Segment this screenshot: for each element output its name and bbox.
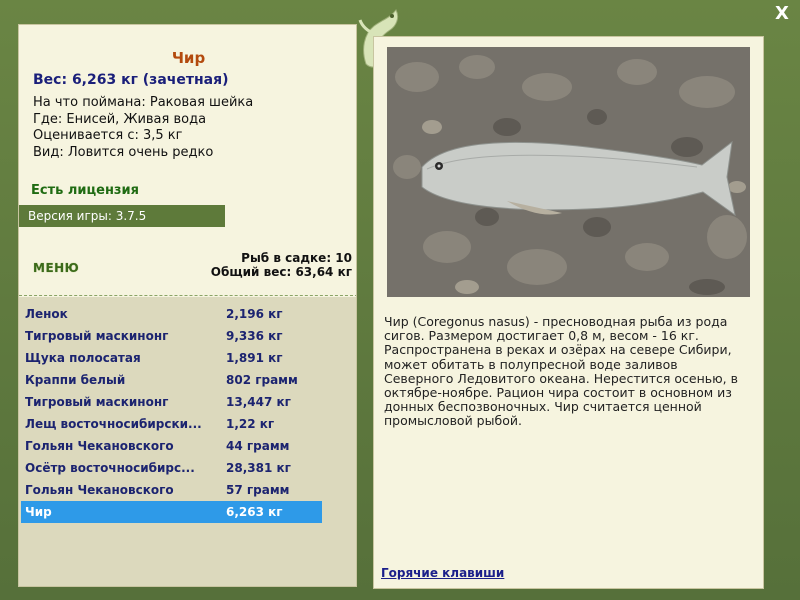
catch-fish-weight: 57 грамм: [226, 483, 290, 497]
version-bar: Версия игры: 3.7.5: [19, 205, 225, 227]
catch-list-item[interactable]: Лещ восточносибирски... 1,22 кг: [21, 413, 322, 435]
catch-fish-name: Лещ восточносибирски...: [25, 417, 202, 431]
catch-fish-weight: 1,891 кг: [226, 351, 283, 365]
catch-fish-weight: 28,381 кг: [226, 461, 291, 475]
kind-line: Вид: Ловится очень редко: [33, 144, 214, 160]
catch-fish-weight: 802 грамм: [226, 373, 298, 387]
catch-fish-name: Гольян Чекановского: [25, 439, 174, 453]
catch-fish-name: Чир: [25, 505, 52, 519]
fish-description: Чир (Coregonus nasus) - пресноводная рыб…: [384, 314, 738, 429]
cage-total-weight: Общий вес: 63,64 кг: [210, 265, 352, 279]
hotkeys-link[interactable]: Горячие клавиши: [381, 566, 504, 580]
fish-title: Чир: [171, 49, 206, 67]
catch-fish-weight: 6,263 кг: [226, 505, 283, 519]
catch-fish-weight: 9,336 кг: [226, 329, 283, 343]
catch-fish-name: Щука полосатая: [25, 351, 141, 365]
close-icon[interactable]: X: [772, 4, 792, 24]
fish-details: На что поймана: Раковая шейка Где: Енисе…: [33, 95, 253, 161]
fish-photo: [387, 47, 750, 297]
catch-list-item[interactable]: Краппи белый 802 грамм: [21, 369, 322, 391]
catch-list-item[interactable]: Ленок 2,196 кг: [21, 303, 322, 325]
location-line: Где: Енисей, Живая вода: [33, 111, 207, 127]
catch-list-item[interactable]: Щука полосатая 1,891 кг: [21, 347, 322, 369]
catch-list: Ленок 2,196 кг Тигровый маскинонг 9,336 кг Щ…: [19, 297, 356, 586]
catch-fish-name: Гольян Чекановского: [25, 483, 174, 497]
catch-fish-name: Тигровый маскинонг: [25, 329, 169, 343]
catch-list-item[interactable]: Гольян Чекановского 57 грамм: [21, 479, 322, 501]
bait-line: На что поймана: Раковая шейка: [33, 95, 254, 110]
fish-info-panel: Чир Вес: 6,263 кг (зачетная) На что пойм…: [18, 24, 357, 587]
catch-list-item[interactable]: Осётр восточносибирс... 28,381 кг: [21, 457, 322, 479]
fish-description-panel: Чир (Coregonus nasus) - пресноводная рыб…: [373, 36, 764, 589]
cage-fish-count: Рыб в садке: 10: [241, 251, 352, 265]
license-status: Есть лицензия: [31, 183, 139, 198]
catch-fish-name: Краппи белый: [25, 373, 126, 387]
fish-weight: Вес: 6,263 кг (зачетная): [33, 72, 229, 88]
catch-fish-weight: 13,447 кг: [226, 395, 291, 409]
catch-fish-name: Осётр восточносибирс...: [25, 461, 195, 475]
rated-line: Оценивается с: 3,5 кг: [33, 128, 183, 143]
divider: [19, 295, 356, 296]
catch-list-item[interactable]: Гольян Чекановского 44 грамм: [21, 435, 322, 457]
catch-list-item[interactable]: Тигровый маскинонг 9,336 кг: [21, 325, 322, 347]
catch-fish-name: Ленок: [25, 307, 68, 321]
catch-fish-name: Тигровый маскинонг: [25, 395, 169, 409]
catch-fish-weight: 44 грамм: [226, 439, 290, 453]
cage-stats: Рыб в садке: 10 Общий вес: 63,64 кг: [211, 251, 352, 279]
catch-list-item[interactable]: Чир 6,263 кг: [21, 501, 322, 523]
menu-button[interactable]: МЕНЮ: [33, 261, 79, 275]
catch-fish-weight: 2,196 кг: [226, 307, 283, 321]
catch-fish-weight: 1,22 кг: [226, 417, 275, 431]
catch-list-item[interactable]: Тигровый маскинонг 13,447 кг: [21, 391, 322, 413]
